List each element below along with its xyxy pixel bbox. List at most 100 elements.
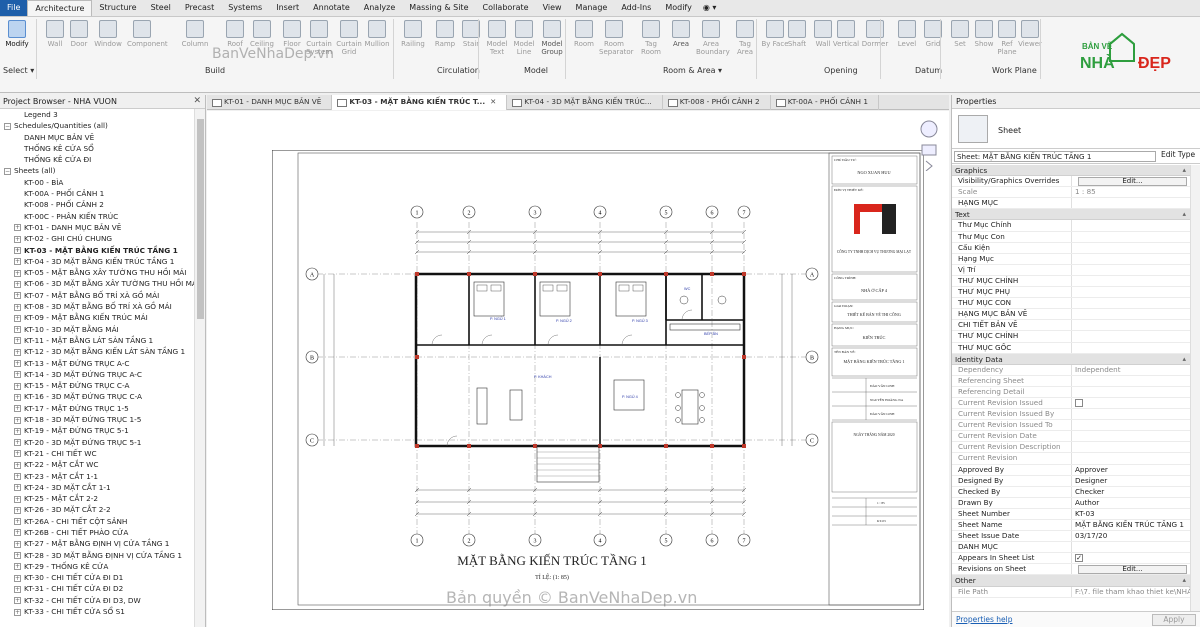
- expand-icon[interactable]: +: [14, 382, 21, 390]
- browser-item[interactable]: + KT-02 - GHI CHÚ CHUNG: [0, 233, 194, 244]
- expand-icon[interactable]: +: [14, 473, 21, 480]
- view-tab[interactable]: KT-01 - DANH MỤC BẢN VẼ: [207, 95, 333, 110]
- property-value[interactable]: Approver: [1072, 465, 1190, 475]
- browser-item[interactable]: KT-00A - PHỐI CẢNH 1: [0, 188, 194, 199]
- property-row[interactable]: Drawn By Author: [952, 497, 1190, 509]
- ribbon-tab-structure[interactable]: Structure: [92, 0, 143, 16]
- navigation-bar[interactable]: [918, 119, 940, 171]
- ribbon-tab-annotate[interactable]: Annotate: [306, 0, 357, 16]
- steering-wheel-icon[interactable]: [920, 120, 938, 138]
- ribbon-tab-systems[interactable]: Systems: [221, 0, 269, 16]
- expand-icon[interactable]: +: [14, 303, 21, 311]
- checkbox[interactable]: ✓: [1075, 554, 1083, 563]
- model-group-button[interactable]: Model Group: [537, 20, 567, 56]
- browser-item[interactable]: + KT-31 - CHI TIẾT CỬA ĐI D2: [0, 583, 194, 594]
- room-button[interactable]: Room: [569, 20, 599, 48]
- browser-item[interactable]: + KT-30 - CHI TIẾT CỬA ĐI D1: [0, 572, 194, 583]
- roof-button[interactable]: Roof: [220, 20, 250, 48]
- property-row[interactable]: Vị Trí: [952, 264, 1190, 276]
- expand-icon[interactable]: +: [14, 461, 21, 469]
- browser-item[interactable]: + KT-22 - MẶT CẮT WC: [0, 459, 194, 470]
- browser-item[interactable]: KT-008 - PHỐI CẢNH 2: [0, 199, 194, 210]
- view-tab[interactable]: KT-04 - 3D MẶT BẰNG KIẾN TRÚC...: [507, 95, 663, 110]
- ribbon-tab-file[interactable]: File: [0, 0, 28, 16]
- property-value[interactable]: Author: [1072, 498, 1190, 508]
- ribbon-tab-collaborate[interactable]: Collaborate: [476, 0, 536, 16]
- browser-item[interactable]: + KT-29 - THỐNG KÊ CỬA: [0, 561, 194, 572]
- browser-item[interactable]: + KT-04 - 3D MẶT BẰNG KIẾN TRÚC TẦNG 1: [0, 256, 194, 267]
- grid-button[interactable]: Grid: [918, 20, 948, 48]
- browser-item[interactable]: + KT-03 - MẶT BẰNG KIẾN TRÚC TẦNG 1: [0, 245, 194, 256]
- property-value[interactable]: [1072, 220, 1190, 230]
- property-value[interactable]: [1072, 309, 1190, 319]
- browser-item[interactable]: + KT-26A - CHI TIẾT CỘT SẢNH: [0, 516, 194, 527]
- ribbon-tab-extra[interactable]: ◉ ▾: [699, 0, 721, 16]
- property-row[interactable]: Hạng Mục: [952, 253, 1190, 265]
- view-tab[interactable]: KT-008 - PHỐI CẢNH 2: [663, 95, 771, 110]
- ribbon-group-select[interactable]: Select ▾: [3, 66, 34, 75]
- browser-item[interactable]: + KT-15 - MẶT ĐỨNG TRỤC C-A: [0, 380, 194, 391]
- property-row[interactable]: Checked By Checker: [952, 486, 1190, 498]
- property-value[interactable]: [1072, 343, 1190, 353]
- property-value[interactable]: [1072, 542, 1190, 552]
- property-value[interactable]: Edit...: [1072, 564, 1190, 575]
- property-row[interactable]: CHI TIẾT BẢN VẼ: [952, 320, 1190, 332]
- browser-item[interactable]: + KT-19 - MẶT ĐỨNG TRỤC 5-1: [0, 425, 194, 436]
- curtain-grid-button[interactable]: Curtain Grid: [334, 20, 364, 56]
- expand-icon[interactable]: +: [14, 518, 21, 526]
- edit-button[interactable]: Edit...: [1078, 177, 1187, 187]
- browser-item[interactable]: + KT-33 - CHI TIẾT CỬA SỔ S1: [0, 606, 194, 617]
- property-row[interactable]: Sheet Issue Date 03/17/20: [952, 531, 1190, 543]
- ribbon-tab-insert[interactable]: Insert: [269, 0, 306, 16]
- ribbon-tab-view[interactable]: View: [536, 0, 569, 16]
- expand-icon[interactable]: +: [14, 247, 21, 255]
- room-tag[interactable]: P. NGỦ 4: [622, 394, 638, 399]
- property-row[interactable]: THƯ MỤC GỐC: [952, 342, 1190, 354]
- ribbon-tab-manage[interactable]: Manage: [569, 0, 615, 16]
- expand-icon[interactable]: +: [14, 585, 21, 593]
- browser-item[interactable]: + KT-17 - MẶT ĐỨNG TRỤC 1-5: [0, 403, 194, 414]
- properties-help-link[interactable]: Properties help: [956, 615, 1013, 624]
- expand-icon[interactable]: +: [14, 439, 21, 447]
- property-row[interactable]: HẠNG MỤC: [952, 198, 1190, 210]
- property-row[interactable]: THƯ MỤC CON: [952, 298, 1190, 310]
- browser-item[interactable]: THỐNG KÊ CỬA SỔ: [0, 143, 194, 154]
- edit-button[interactable]: Edit...: [1078, 565, 1187, 575]
- browser-item[interactable]: + KT-13 - MẶT ĐỨNG TRỤC A-C: [0, 358, 194, 369]
- room-tag[interactable]: P. NGỦ 3: [632, 318, 648, 323]
- column[interactable]: [415, 355, 419, 359]
- model-text-button[interactable]: Model Text: [482, 20, 512, 56]
- browser-item[interactable]: + KT-23 - MẶT CẮT 1-1: [0, 471, 194, 482]
- expand-icon[interactable]: +: [14, 495, 21, 503]
- expand-icon[interactable]: +: [14, 450, 21, 458]
- column[interactable]: [742, 355, 746, 359]
- browser-item[interactable]: + KT-01 - DANH MỤC BẢN VẼ: [0, 222, 194, 233]
- property-value[interactable]: [1072, 232, 1190, 242]
- browser-item[interactable]: KT-00C - PHÂN KIẾN TRÚC: [0, 211, 194, 222]
- property-value[interactable]: Edit...: [1072, 176, 1190, 187]
- expand-icon[interactable]: +: [14, 552, 21, 560]
- edit-type-button[interactable]: Edit Type: [1161, 150, 1195, 159]
- column[interactable]: [415, 272, 419, 276]
- browser-item[interactable]: + KT-20 - 3D MẶT ĐỨNG TRỤC 5-1: [0, 437, 194, 448]
- dormer-button[interactable]: Dormer: [860, 20, 890, 48]
- expand-icon[interactable]: +: [14, 563, 21, 571]
- room-tag[interactable]: BẾP ĂN: [704, 331, 718, 336]
- column[interactable]: [533, 444, 537, 448]
- expand-icon[interactable]: +: [14, 484, 21, 492]
- expand-icon[interactable]: +: [14, 258, 21, 266]
- property-value[interactable]: Checker: [1072, 487, 1190, 497]
- column[interactable]: [710, 272, 714, 276]
- browser-item[interactable]: − Schedules/Quantities (all): [0, 120, 194, 131]
- ribbon-group-room-area[interactable]: Room & Area ▾: [663, 66, 722, 75]
- expand-icon[interactable]: +: [14, 506, 21, 514]
- property-row[interactable]: THƯ MỤC PHỤ: [952, 287, 1190, 299]
- property-value[interactable]: [1072, 331, 1190, 341]
- expand-icon[interactable]: +: [14, 529, 21, 537]
- section-graphics[interactable]: Graphics: [952, 165, 1190, 177]
- browser-item[interactable]: + KT-05 - MẶT BẰNG XÂY TƯỜNG THU HỒI MÁI: [0, 267, 194, 278]
- browser-item[interactable]: − Sheets (all): [0, 165, 194, 176]
- expand-icon[interactable]: +: [14, 405, 21, 413]
- expand-icon[interactable]: +: [14, 292, 21, 300]
- column[interactable]: [742, 272, 746, 276]
